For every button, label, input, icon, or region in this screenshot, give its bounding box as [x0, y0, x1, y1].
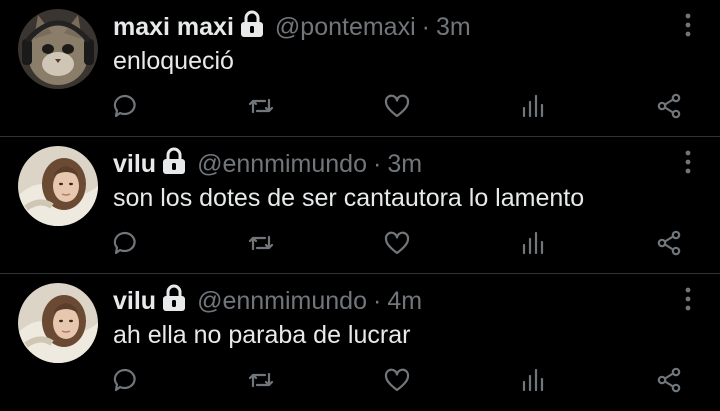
timestamp[interactable]: 4m: [387, 287, 422, 315]
share-icon: [657, 230, 681, 256]
more-vertical-icon[interactable]: [684, 150, 692, 174]
separator: ·: [373, 287, 382, 315]
avatar[interactable]: [18, 146, 98, 226]
tweet-text: enloqueció: [113, 47, 234, 75]
like-button[interactable]: [383, 92, 411, 120]
tweet-header: maxi maxi @pontemaxi · 3m: [113, 10, 660, 43]
tweet-header: vilu @ennmimundo · 3m: [113, 147, 660, 180]
separator: ·: [421, 13, 430, 41]
lock-icon: [240, 10, 263, 37]
tweet[interactable]: vilu @ennmimundo · 3m son los dotes de ser …: [0, 137, 720, 274]
like-icon: [384, 94, 410, 118]
timestamp[interactable]: 3m: [436, 13, 471, 41]
reply-icon: [113, 231, 136, 255]
lock-icon: [163, 147, 186, 174]
retweet-button[interactable]: [247, 229, 275, 257]
like-button[interactable]: [383, 229, 411, 257]
tweet-text: ah ella no paraba de lucrar: [113, 321, 411, 349]
display-name[interactable]: maxi maxi: [113, 13, 234, 41]
views-icon: [522, 94, 544, 118]
retweet-icon: [248, 372, 274, 388]
user-handle[interactable]: @pontemaxi: [275, 13, 416, 41]
retweet-icon: [248, 235, 274, 251]
timeline: maxi maxi @pontemaxi · 3m enloqueció vil…: [0, 0, 720, 411]
separator: ·: [373, 150, 382, 178]
timestamp[interactable]: 3m: [387, 150, 422, 178]
like-icon: [384, 368, 410, 392]
views-icon: [522, 231, 544, 255]
share-button[interactable]: [655, 229, 683, 257]
tweet-text: son los dotes de ser cantautora lo lamen…: [113, 184, 585, 212]
views-icon: [522, 368, 544, 392]
display-name[interactable]: vilu: [113, 150, 156, 178]
retweet-button[interactable]: [247, 366, 275, 394]
views-button[interactable]: [519, 92, 547, 120]
reply-button[interactable]: [111, 92, 139, 120]
reply-icon: [113, 368, 136, 392]
action-bar: [0, 366, 720, 394]
action-bar: [0, 92, 720, 120]
cat-avatar-image: [18, 9, 98, 89]
share-button[interactable]: [655, 366, 683, 394]
tweet[interactable]: vilu @ennmimundo · 4m ah ella no paraba de …: [0, 274, 720, 411]
retweet-button[interactable]: [247, 92, 275, 120]
girl-avatar-image: [18, 283, 98, 363]
user-handle[interactable]: @ennmimundo: [197, 287, 367, 315]
like-button[interactable]: [383, 366, 411, 394]
action-bar: [0, 229, 720, 257]
girl-avatar-image: [18, 146, 98, 226]
share-icon: [657, 367, 681, 393]
more-vertical-icon[interactable]: [684, 13, 692, 37]
tweet-header: vilu @ennmimundo · 4m: [113, 284, 660, 317]
lock-icon: [163, 284, 186, 311]
display-name[interactable]: vilu: [113, 287, 156, 315]
avatar[interactable]: [18, 9, 98, 89]
retweet-icon: [248, 98, 274, 114]
share-button[interactable]: [655, 92, 683, 120]
tweet[interactable]: maxi maxi @pontemaxi · 3m enloqueció: [0, 0, 720, 137]
reply-icon: [113, 94, 136, 118]
like-icon: [384, 231, 410, 255]
more-vertical-icon[interactable]: [684, 287, 692, 311]
views-button[interactable]: [519, 366, 547, 394]
user-handle[interactable]: @ennmimundo: [197, 150, 367, 178]
share-icon: [657, 93, 681, 119]
reply-button[interactable]: [111, 229, 139, 257]
reply-button[interactable]: [111, 366, 139, 394]
views-button[interactable]: [519, 229, 547, 257]
avatar[interactable]: [18, 283, 98, 363]
